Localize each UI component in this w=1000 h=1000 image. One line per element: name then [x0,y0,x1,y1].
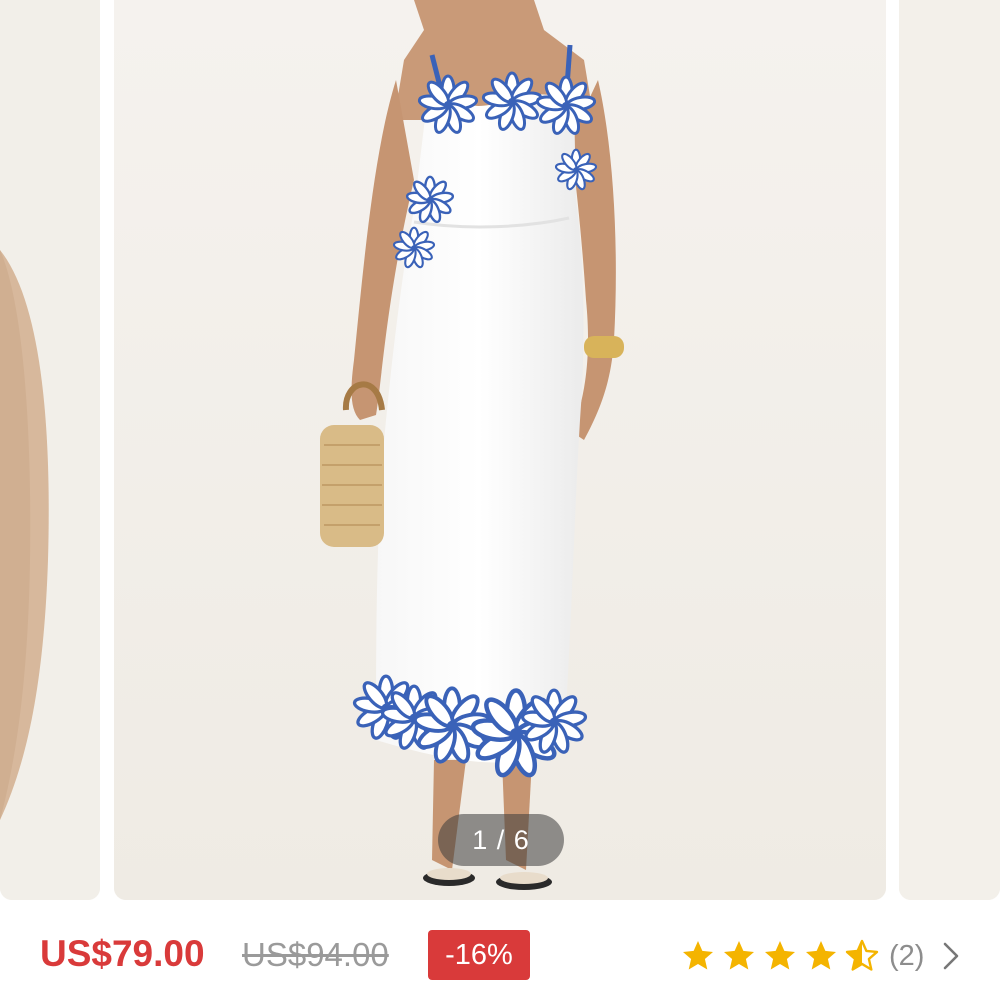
rating-summary[interactable]: (2) [680,933,960,979]
image-counter: 1 / 6 [438,814,564,866]
star-icon [765,941,795,970]
previous-product-image[interactable] [0,0,100,900]
next-product-image[interactable] [899,0,1000,900]
star-icon [683,941,713,970]
main-product-image[interactable] [114,0,886,900]
half-star-icon [845,939,879,971]
star-icon [806,941,836,970]
chevron-right-icon[interactable] [942,941,960,971]
discount-badge: -16% [428,930,530,980]
current-price: US$79.00 [40,933,205,974]
product-image-carousel[interactable]: 1 / 6 [0,0,1000,903]
star-rating [680,938,885,974]
review-count[interactable]: (2) [889,940,924,973]
original-price: US$94.00 [242,936,389,973]
star-icon [724,941,754,970]
price-bar: US$79.00 US$94.00 -16% (2) [0,903,1000,1000]
product-detail-page: 1 / 6 US$79.00 US$94.00 -16% (2) [0,0,1000,1000]
